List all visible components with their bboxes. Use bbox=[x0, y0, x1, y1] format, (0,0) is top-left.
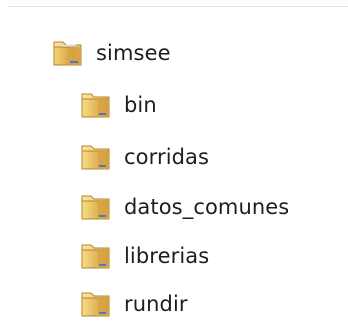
tree-item-corridas[interactable]: corridas bbox=[78, 137, 209, 177]
folder-open-icon bbox=[50, 36, 86, 70]
folder-icon bbox=[78, 190, 114, 224]
tree-item-librerias[interactable]: librerias bbox=[78, 236, 209, 276]
tree-item-label: datos_comunes bbox=[124, 195, 290, 219]
folder-icon bbox=[78, 287, 114, 321]
tree-item-label: rundir bbox=[124, 292, 188, 316]
folder-icon bbox=[78, 239, 114, 273]
tree-item-datos-comunes[interactable]: datos_comunes bbox=[78, 187, 289, 227]
folder-icon bbox=[78, 140, 114, 174]
tree-item-label: librerias bbox=[124, 244, 210, 268]
tree-item-bin[interactable]: bin bbox=[78, 85, 157, 125]
folder-icon bbox=[78, 88, 114, 122]
tree-item-label: corridas bbox=[124, 145, 210, 169]
tree-item-rundir[interactable]: rundir bbox=[78, 284, 188, 324]
folder-tree-window: simsee bin corridas datos_comunes librer… bbox=[0, 0, 348, 323]
tree-item-simsee[interactable]: simsee bbox=[50, 33, 171, 73]
tree-item-label: bin bbox=[124, 93, 157, 117]
tree-item-label: simsee bbox=[96, 41, 171, 65]
folder-tree: simsee bin corridas datos_comunes librer… bbox=[0, 0, 348, 323]
